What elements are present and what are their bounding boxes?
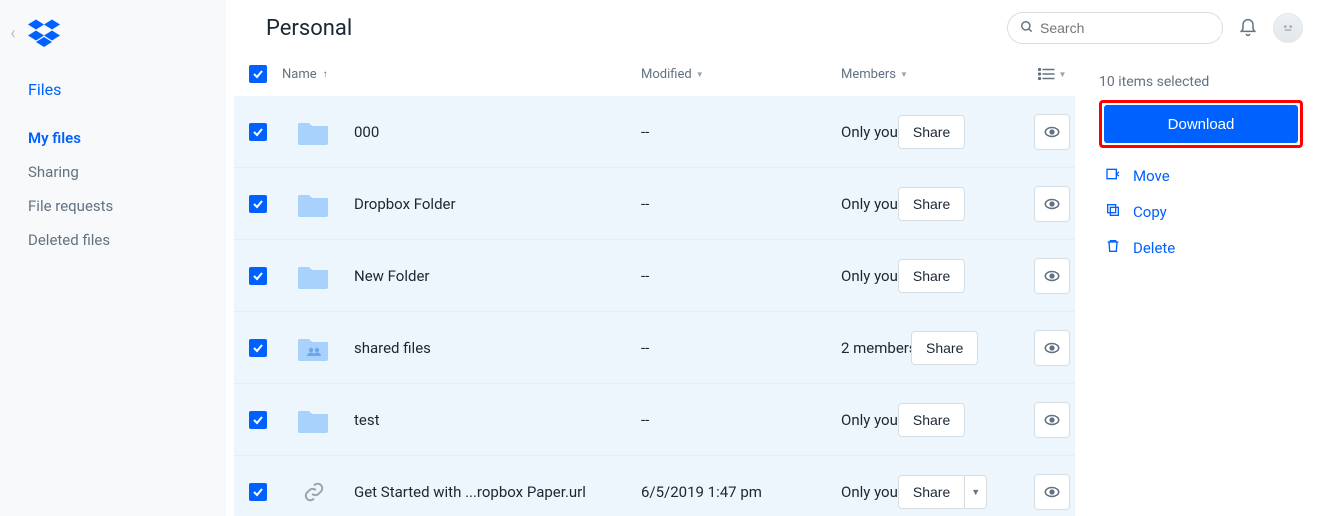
- search-box[interactable]: [1007, 12, 1223, 44]
- modified-cell: --: [641, 411, 841, 429]
- back-caret-icon[interactable]: ‹: [6, 23, 20, 44]
- download-button[interactable]: Download: [1104, 105, 1298, 143]
- file-name[interactable]: test: [354, 411, 380, 429]
- delete-action[interactable]: Delete: [1099, 230, 1303, 266]
- action-label: Delete: [1133, 239, 1175, 257]
- view-options-icon[interactable]: ▼: [1029, 67, 1075, 81]
- dropdown-caret-icon: ▼: [900, 70, 908, 79]
- table-row[interactable]: Get Started with ...ropbox Paper.url 6/5/…: [234, 456, 1075, 516]
- modified-cell: --: [641, 195, 841, 213]
- members-cell: Only youShare▼: [841, 475, 1029, 509]
- share-dropdown-button[interactable]: ▼: [965, 475, 987, 509]
- column-name[interactable]: Name ↑: [282, 67, 641, 82]
- preview-button[interactable]: [1034, 474, 1070, 510]
- sidebar-subnav: My files Sharing File requests Deleted f…: [0, 107, 226, 257]
- action-label: Move: [1133, 167, 1170, 185]
- share-button[interactable]: Share: [898, 259, 965, 293]
- details-panel: 10 items selected Download Move Copy Delet…: [1075, 52, 1327, 516]
- file-name[interactable]: Dropbox Folder: [354, 195, 456, 213]
- column-header: Name ↑ Modified ▼ Members ▼ ▼: [234, 52, 1075, 96]
- sidebar-item-file-requests[interactable]: File requests: [28, 189, 226, 223]
- members-cell: 2 membersShare: [841, 331, 1029, 365]
- share-button[interactable]: Share: [898, 187, 965, 221]
- shared-folder-icon: [294, 331, 334, 365]
- avatar[interactable]: [1273, 13, 1303, 43]
- sidebar-item-sharing[interactable]: Sharing: [28, 155, 226, 189]
- move-action[interactable]: Move: [1099, 158, 1303, 194]
- link-icon: [294, 475, 334, 509]
- column-name-label: Name: [282, 67, 317, 82]
- sidebar: ‹ Files My files Sharing File requests D…: [0, 0, 226, 516]
- row-checkbox[interactable]: [249, 339, 267, 357]
- modified-cell: --: [641, 339, 841, 357]
- members-cell: Only youShare: [841, 403, 1029, 437]
- column-modified-label: Modified: [641, 67, 692, 82]
- page-title: Personal: [266, 16, 352, 41]
- preview-button[interactable]: [1034, 402, 1070, 438]
- action-label: Copy: [1133, 203, 1167, 221]
- members-cell: Only youShare: [841, 115, 1029, 149]
- folder-icon: [294, 259, 334, 293]
- copy-icon: [1105, 202, 1121, 222]
- copy-action[interactable]: Copy: [1099, 194, 1303, 230]
- delete-icon: [1105, 238, 1121, 258]
- sidebar-item-my-files[interactable]: My files: [28, 121, 226, 155]
- table-row[interactable]: 000 --Only youShare: [234, 96, 1075, 168]
- column-members[interactable]: Members ▼: [841, 67, 1029, 82]
- column-modified[interactable]: Modified ▼: [641, 67, 841, 82]
- search-input[interactable]: [1040, 20, 1221, 36]
- row-checkbox[interactable]: [249, 267, 267, 285]
- members-cell: Only youShare: [841, 259, 1029, 293]
- download-highlight: Download: [1099, 100, 1303, 148]
- file-name[interactable]: 000: [354, 123, 379, 141]
- row-checkbox[interactable]: [249, 411, 267, 429]
- table-row[interactable]: test --Only youShare: [234, 384, 1075, 456]
- file-name[interactable]: Get Started with ...ropbox Paper.url: [354, 483, 586, 501]
- topbar: Personal: [226, 0, 1327, 52]
- table-row[interactable]: New Folder --Only youShare: [234, 240, 1075, 312]
- sidebar-item-deleted-files[interactable]: Deleted files: [28, 223, 226, 257]
- preview-button[interactable]: [1034, 330, 1070, 366]
- table-row[interactable]: shared files --2 membersShare: [234, 312, 1075, 384]
- sidebar-files[interactable]: Files: [28, 72, 226, 107]
- modified-cell: --: [641, 123, 841, 141]
- main: Personal: [226, 0, 1327, 516]
- folder-icon: [294, 115, 334, 149]
- file-name[interactable]: New Folder: [354, 267, 429, 285]
- select-all-checkbox[interactable]: [249, 65, 267, 83]
- share-button[interactable]: Share: [911, 331, 978, 365]
- members-cell: Only youShare: [841, 187, 1029, 221]
- row-checkbox[interactable]: [249, 483, 267, 501]
- folder-icon: [294, 187, 334, 221]
- dropdown-caret-icon: ▼: [696, 70, 704, 79]
- file-name[interactable]: shared files: [354, 339, 431, 357]
- dropdown-caret-icon: ▼: [1059, 70, 1067, 79]
- folder-icon: [294, 403, 334, 437]
- selection-count: 10 items selected: [1099, 74, 1303, 90]
- modified-cell: --: [641, 267, 841, 285]
- share-button[interactable]: Share: [898, 403, 965, 437]
- search-icon: [1020, 19, 1034, 38]
- preview-button[interactable]: [1034, 186, 1070, 222]
- share-button[interactable]: Share: [898, 475, 965, 509]
- modified-cell: 6/5/2019 1:47 pm: [641, 483, 841, 501]
- sort-ascending-icon: ↑: [323, 69, 328, 80]
- share-button[interactable]: Share: [898, 115, 965, 149]
- notifications-icon[interactable]: [1237, 17, 1259, 39]
- file-list: Name ↑ Modified ▼ Members ▼ ▼: [226, 52, 1075, 516]
- dropbox-logo[interactable]: [28, 19, 60, 47]
- row-checkbox[interactable]: [249, 195, 267, 213]
- column-members-label: Members: [841, 67, 896, 82]
- table-row[interactable]: Dropbox Folder --Only youShare: [234, 168, 1075, 240]
- move-icon: [1105, 166, 1121, 186]
- preview-button[interactable]: [1034, 258, 1070, 294]
- row-checkbox[interactable]: [249, 123, 267, 141]
- preview-button[interactable]: [1034, 114, 1070, 150]
